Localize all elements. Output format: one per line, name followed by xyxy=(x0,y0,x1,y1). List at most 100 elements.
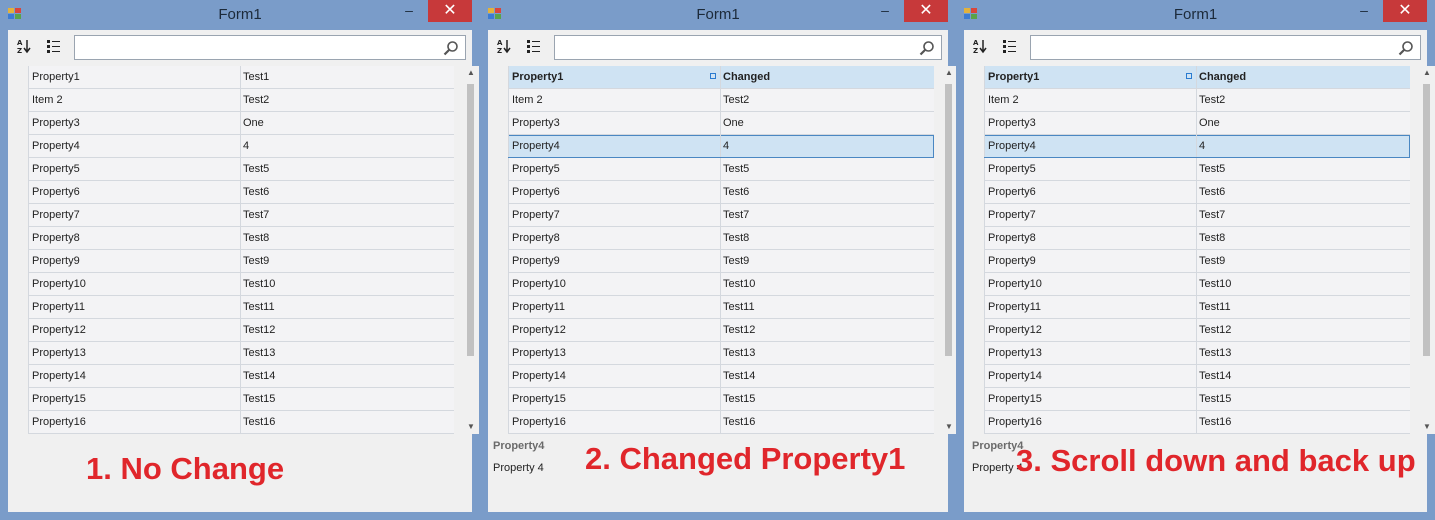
property-row[interactable]: Property14 Test14 xyxy=(984,365,1410,388)
property-row[interactable]: Property10 Test10 xyxy=(28,273,454,296)
vertical-scrollbar[interactable]: ▲ ▼ xyxy=(463,66,479,434)
grid-header-row[interactable]: Property1 Changed xyxy=(508,66,934,89)
property-row[interactable]: Property4 4 xyxy=(984,135,1410,158)
property-row[interactable]: Property7 Test7 xyxy=(984,204,1410,227)
property-value[interactable]: Test12 xyxy=(721,319,936,341)
property-value[interactable]: One xyxy=(1197,112,1412,134)
property-value[interactable]: Test10 xyxy=(241,273,456,295)
property-row[interactable]: Property12 Test12 xyxy=(508,319,934,342)
sort-alphabetical-icon[interactable]: AZ xyxy=(496,38,514,56)
property-value[interactable]: Test6 xyxy=(721,181,936,203)
property-row[interactable]: Item 2 Test2 xyxy=(508,89,934,112)
property-value[interactable]: Test14 xyxy=(241,365,456,387)
property-value[interactable]: Test7 xyxy=(241,204,456,226)
property-value[interactable]: Test14 xyxy=(1197,365,1412,387)
property-value[interactable]: Test5 xyxy=(721,158,936,180)
property-row[interactable]: Property8 Test8 xyxy=(508,227,934,250)
scroll-up-icon[interactable]: ▲ xyxy=(1419,66,1435,80)
search-icon[interactable] xyxy=(919,40,935,56)
search-input[interactable] xyxy=(1035,37,1398,60)
property-value[interactable]: Test9 xyxy=(721,250,936,272)
title-bar[interactable]: Form1– ✕ xyxy=(0,0,480,30)
property-row[interactable]: Property5 Test5 xyxy=(28,158,454,181)
property-value[interactable]: Test12 xyxy=(1197,319,1412,341)
property-value[interactable]: Test16 xyxy=(241,411,456,433)
property-value[interactable]: Test5 xyxy=(1197,158,1412,180)
property-row[interactable]: Property6 Test6 xyxy=(508,181,934,204)
property-value[interactable]: 4 xyxy=(241,135,456,157)
property-row[interactable]: Property15 Test15 xyxy=(28,388,454,411)
property-row[interactable]: Property8 Test8 xyxy=(28,227,454,250)
property-value[interactable]: Test7 xyxy=(1197,204,1412,226)
property-row[interactable]: Property16 Test16 xyxy=(984,411,1410,434)
scroll-down-icon[interactable]: ▼ xyxy=(463,420,479,434)
property-value[interactable]: Test2 xyxy=(241,89,456,111)
property-row[interactable]: Property13 Test13 xyxy=(28,342,454,365)
property-row[interactable]: Property16 Test16 xyxy=(28,411,454,434)
property-row[interactable]: Property12 Test12 xyxy=(984,319,1410,342)
property-value[interactable]: Test16 xyxy=(721,411,936,433)
property-value[interactable]: 4 xyxy=(1197,135,1412,157)
scroll-down-icon[interactable]: ▼ xyxy=(941,420,957,434)
property-value[interactable]: Test9 xyxy=(241,250,456,272)
property-row[interactable]: Property3 One xyxy=(508,112,934,135)
property-value[interactable]: Test9 xyxy=(1197,250,1412,272)
property-row[interactable]: Property6 Test6 xyxy=(28,181,454,204)
expand-square-icon[interactable] xyxy=(710,73,716,79)
property-row[interactable]: Property13 Test13 xyxy=(984,342,1410,365)
property-value[interactable]: Test5 xyxy=(241,158,456,180)
property-row[interactable]: Property14 Test14 xyxy=(28,365,454,388)
property-value[interactable]: Test13 xyxy=(1197,342,1412,364)
property-row[interactable]: Property16 Test16 xyxy=(508,411,934,434)
sort-alphabetical-icon[interactable]: AZ xyxy=(972,38,990,56)
close-icon[interactable]: ✕ xyxy=(904,0,948,22)
property-value[interactable]: Test14 xyxy=(721,365,936,387)
property-row[interactable]: Item 2 Test2 xyxy=(984,89,1410,112)
property-value[interactable]: Test15 xyxy=(721,388,936,410)
title-bar[interactable]: Form1– ✕ xyxy=(956,0,1435,30)
property-value[interactable]: Test6 xyxy=(1197,181,1412,203)
property-value[interactable]: Test7 xyxy=(721,204,936,226)
property-value[interactable]: One xyxy=(241,112,456,134)
property-value[interactable]: Test11 xyxy=(1197,296,1412,318)
scroll-up-icon[interactable]: ▲ xyxy=(463,66,479,80)
close-icon[interactable]: ✕ xyxy=(1383,0,1427,22)
property-row[interactable]: Property4 4 xyxy=(508,135,934,158)
search-input[interactable] xyxy=(79,37,443,60)
property-value[interactable]: Test2 xyxy=(1197,89,1412,111)
property-row[interactable]: Property10 Test10 xyxy=(984,273,1410,296)
property-row[interactable]: Property8 Test8 xyxy=(984,227,1410,250)
minimize-icon[interactable]: – xyxy=(872,2,898,24)
property-row[interactable]: Property13 Test13 xyxy=(508,342,934,365)
property-row[interactable]: Property7 Test7 xyxy=(508,204,934,227)
search-icon[interactable] xyxy=(1398,40,1414,56)
property-value[interactable]: Test10 xyxy=(721,273,936,295)
minimize-icon[interactable]: – xyxy=(396,2,422,24)
property-row[interactable]: Item 2 Test2 xyxy=(28,89,454,112)
property-row[interactable]: Property15 Test15 xyxy=(508,388,934,411)
expand-square-icon[interactable] xyxy=(1186,73,1192,79)
property-row[interactable]: Property5 Test5 xyxy=(984,158,1410,181)
property-row[interactable]: Property14 Test14 xyxy=(508,365,934,388)
property-value[interactable]: Test11 xyxy=(241,296,456,318)
property-value[interactable]: Test2 xyxy=(721,89,936,111)
property-value[interactable]: Test10 xyxy=(1197,273,1412,295)
scroll-thumb[interactable] xyxy=(467,84,474,356)
property-row[interactable]: Property10 Test10 xyxy=(508,273,934,296)
property-row[interactable]: Property9 Test9 xyxy=(984,250,1410,273)
property-value[interactable]: Changed xyxy=(721,66,936,88)
title-bar[interactable]: Form1– ✕ xyxy=(480,0,956,30)
property-value[interactable]: Test15 xyxy=(1197,388,1412,410)
property-row[interactable]: Property11 Test11 xyxy=(28,296,454,319)
property-value[interactable]: Test12 xyxy=(241,319,456,341)
sort-categorized-icon[interactable] xyxy=(526,38,544,56)
property-value[interactable]: Test6 xyxy=(241,181,456,203)
property-value[interactable]: One xyxy=(721,112,936,134)
sort-alphabetical-icon[interactable]: AZ xyxy=(16,38,34,56)
property-row[interactable]: Property9 Test9 xyxy=(28,250,454,273)
property-value[interactable]: Test11 xyxy=(721,296,936,318)
property-row[interactable]: Property12 Test12 xyxy=(28,319,454,342)
property-value[interactable]: Test8 xyxy=(241,227,456,249)
search-input[interactable] xyxy=(559,37,919,60)
scroll-thumb[interactable] xyxy=(1423,84,1430,356)
